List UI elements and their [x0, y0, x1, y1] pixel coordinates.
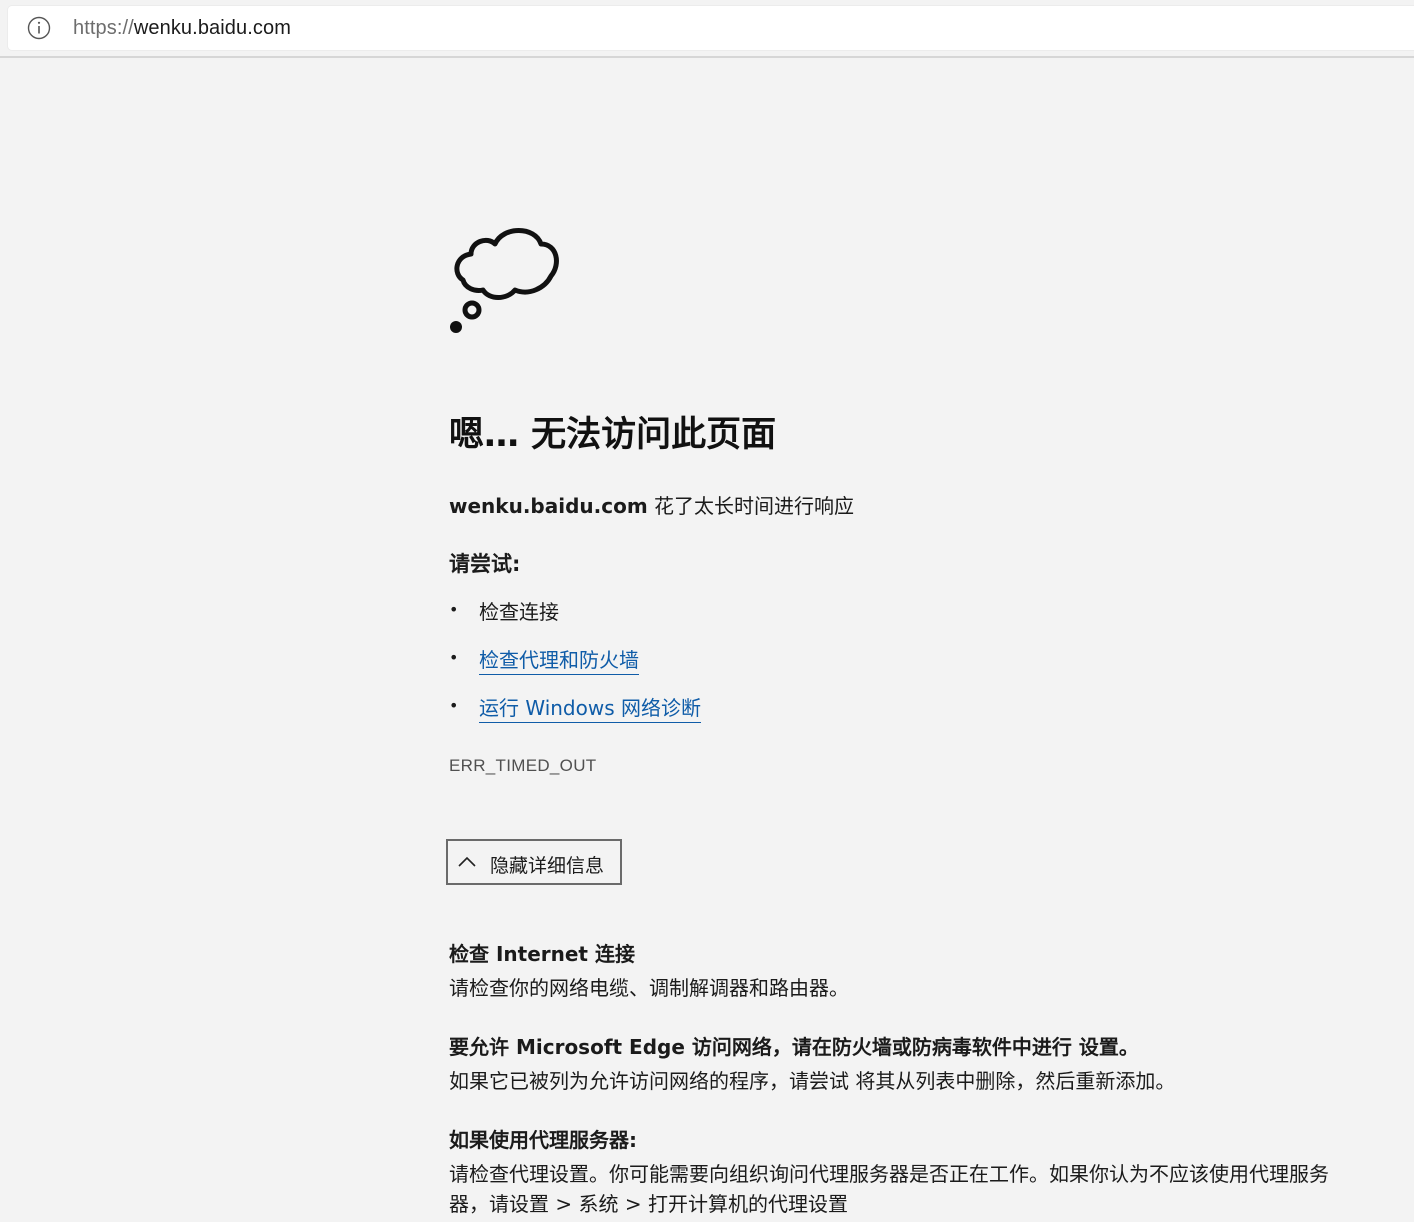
detail-body: 请检查代理设置。你可能需要向组织询问代理服务器是否正在工作。如果你认为不应该使用…	[449, 1162, 1329, 1216]
detail-heading: 检查 Internet 连接	[449, 942, 635, 966]
detail-section-internet: 检查 Internet 连接 请检查你的网络电缆、调制解调器和路由器。	[449, 938, 1349, 1003]
network-diagnostics-link[interactable]: 运行 Windows 网络诊断	[479, 692, 701, 723]
detail-heading: 如果使用代理服务器:	[449, 1128, 637, 1152]
bullet-icon: •	[449, 648, 459, 667]
suggestion-check-connection: 检查连接	[479, 600, 559, 624]
detail-section-firewall: 要允许 Microsoft Edge 访问网络，请在防火墙或防病毒软件中进行 设…	[449, 1031, 1349, 1096]
detail-body: 如果它已被列为允许访问网络的程序，请尝试 将其从列表中删除，然后重新添加。	[449, 1069, 1176, 1093]
address-bar[interactable]: https://wenku.baidu.com	[8, 6, 1414, 50]
error-subtitle: wenku.baidu.com 花了太长时间进行响应	[449, 490, 854, 519]
try-heading: 请尝试:	[449, 552, 521, 576]
check-proxy-firewall-link[interactable]: 检查代理和防火墙	[479, 644, 639, 675]
bullet-icon: •	[449, 696, 459, 715]
bullet-icon: •	[449, 600, 459, 619]
subtitle-text: 花了太长时间进行响应	[647, 494, 855, 518]
page-title: 嗯… 无法访问此页面	[449, 415, 777, 455]
error-code: ERR_TIMED_OUT	[449, 756, 597, 775]
chevron-up-icon	[458, 856, 476, 867]
detail-heading: 要允许 Microsoft Edge 访问网络，请在防火墙或防病毒软件中进行 设…	[449, 1035, 1139, 1059]
browser-toolbar: https://wenku.baidu.com	[0, 0, 1414, 58]
detail-section-proxy: 如果使用代理服务器: 请检查代理设置。你可能需要向组织询问代理服务器是否正在工作…	[449, 1124, 1349, 1219]
thought-cloud-icon	[450, 228, 559, 333]
url-host: wenku.baidu.com	[133, 17, 291, 39]
info-circle-icon[interactable]	[27, 16, 51, 40]
site-host: wenku.baidu.com	[449, 494, 648, 518]
hide-details-button[interactable]: 隐藏详细信息	[446, 839, 622, 885]
url-scheme: https://	[73, 17, 134, 39]
detail-body: 请检查你的网络电缆、调制解调器和路由器。	[449, 976, 849, 1000]
url-text[interactable]: https://wenku.baidu.com	[73, 17, 291, 40]
hide-details-label: 隐藏详细信息	[490, 855, 605, 877]
